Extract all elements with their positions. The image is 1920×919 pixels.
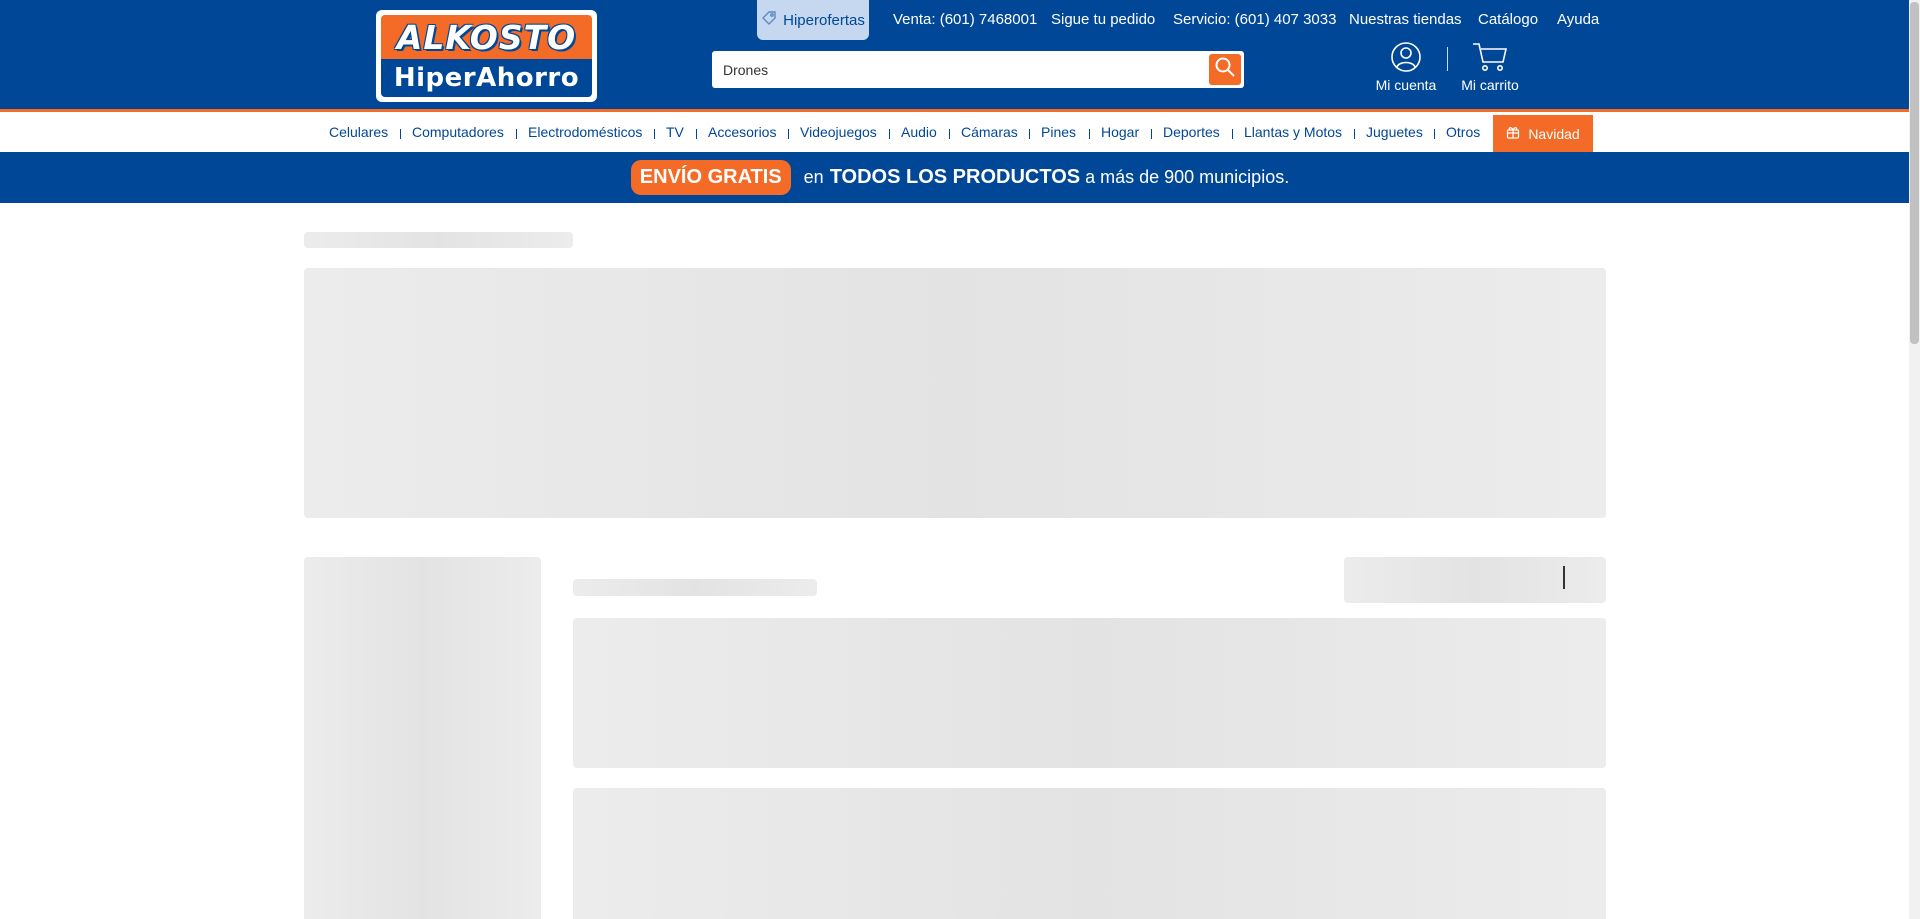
site-header: ALKOSTO HiperAhorro Hiperofertas Venta: … [0,0,1920,112]
product-card-skeleton [573,788,1606,919]
nuestras-tiendas-link[interactable]: Nuestras tiendas [1349,11,1462,28]
search-input[interactable] [712,51,1204,88]
servicio-phone-link[interactable]: Servicio: (601) 407 3033 [1173,11,1336,28]
text-cursor [1563,566,1565,589]
category-separator [1151,129,1152,139]
category-celulares[interactable]: Celulares [329,124,388,140]
category-nav: Celulares Computadores Electrodomésticos… [0,115,1920,152]
envio-gratis-badge: ENVÍO GRATIS [630,160,791,195]
cart-icon [1471,41,1509,77]
category-separator [1354,129,1355,139]
page: ALKOSTO HiperAhorro Hiperofertas Venta: … [0,0,1920,919]
category-separator [400,129,401,139]
category-navidad[interactable]: Navidad [1493,115,1593,152]
category-separator [516,129,517,139]
category-tv[interactable]: TV [666,124,684,140]
logo-inner: ALKOSTO HiperAhorro [381,15,592,97]
category-deportes[interactable]: Deportes [1163,124,1220,140]
alkosto-logo[interactable]: ALKOSTO HiperAhorro [376,10,597,102]
category-accesorios[interactable]: Accesorios [708,124,776,140]
product-card-skeleton [573,618,1606,768]
category-videojuegos[interactable]: Videojuegos [800,124,877,140]
results-title-skeleton [573,579,817,596]
logo-top-text: ALKOSTO [381,15,592,60]
hiperofertas-label: Hiperofertas [783,11,865,29]
logo-bottom-text: HiperAhorro [381,59,592,97]
hiperofertas-link[interactable]: Hiperofertas [757,0,869,40]
gift-icon [1506,125,1520,142]
category-computadores[interactable]: Computadores [412,124,504,140]
category-separator [1232,129,1233,139]
category-separator [949,129,950,139]
category-audio[interactable]: Audio [901,124,937,140]
breadcrumb-skeleton [304,232,573,248]
filters-sidebar-skeleton [304,557,541,919]
category-juguetes[interactable]: Juguetes [1366,124,1423,140]
navidad-label: Navidad [1528,125,1580,142]
search-icon [1214,56,1236,83]
category-hogar[interactable]: Hogar [1101,124,1139,140]
tag-icon [761,10,777,30]
search-bar [712,51,1244,88]
sigue-tu-pedido-link[interactable]: Sigue tu pedido [1051,11,1155,28]
scrollbar-thumb[interactable] [1910,2,1919,344]
category-electrodomesticos[interactable]: Electrodomésticos [528,124,642,140]
category-pines[interactable]: Pines [1041,124,1076,140]
promo-banner[interactable]: ENVÍO GRATIS en TODOS LOS PRODUCTOS a má… [0,152,1920,203]
sort-dropdown-skeleton [1344,557,1606,603]
category-separator [1434,129,1435,139]
user-icon [1390,41,1422,77]
ayuda-link[interactable]: Ayuda [1557,11,1599,28]
category-separator [1089,129,1090,139]
mi-cuenta-label: Mi cuenta [1375,77,1437,93]
category-separator [654,129,655,139]
promo-pre-text: en [803,167,824,187]
page-scrollbar[interactable] [1909,0,1920,919]
banner-skeleton [304,268,1606,518]
search-button[interactable] [1209,54,1241,85]
catalogo-link[interactable]: Catálogo [1478,11,1538,28]
venta-phone-link[interactable]: Venta: (601) 7468001 [893,11,1037,28]
category-separator [1029,129,1030,139]
mi-carrito-link[interactable]: Mi carrito [1458,41,1522,93]
category-camaras[interactable]: Cámaras [961,124,1018,140]
promo-post-text: a más de 900 municipios. [1085,167,1290,187]
category-separator [889,129,890,139]
mi-carrito-label: Mi carrito [1461,77,1519,93]
category-otros[interactable]: Otros [1446,124,1480,140]
mi-cuenta-link[interactable]: Mi cuenta [1374,41,1438,93]
category-separator [696,129,697,139]
category-llantas-y-motos[interactable]: Llantas y Motos [1244,124,1342,140]
header-divider [1447,47,1448,71]
promo-strong-text: TODOS LOS PRODUCTOS [829,166,1081,188]
category-separator [788,129,789,139]
